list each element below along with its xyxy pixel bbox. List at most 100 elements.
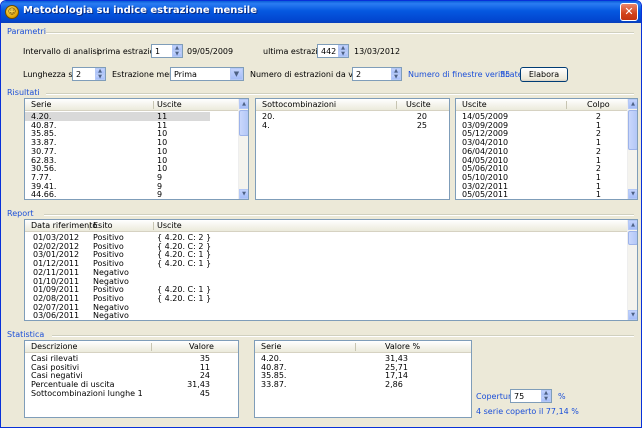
- uscita-row[interactable]: 05/05/2011 1: [456, 190, 637, 199]
- serie-row[interactable]: 33.87. 10: [25, 138, 248, 147]
- scroll-thumb[interactable]: [628, 231, 637, 245]
- prima-estrazione-spinner[interactable]: 1 ▲ ▼: [151, 44, 183, 58]
- vertical-scrollbar[interactable]: ▲ ▼: [238, 99, 248, 199]
- serie-row[interactable]: 62.83. 10: [25, 156, 248, 165]
- uscita-row[interactable]: 03/02/2011 1: [456, 182, 637, 191]
- statistica-row[interactable]: Percentuale di uscita 31,43: [25, 380, 238, 389]
- column-header[interactable]: Valore %: [385, 342, 420, 351]
- section-parametri-title: Parametri: [7, 27, 46, 36]
- app-icon: ☺: [5, 5, 19, 19]
- serie-row[interactable]: 7.77. 9: [25, 173, 248, 182]
- report-row[interactable]: 02/02/2012 Positivo { 4.20. C: 2 }: [25, 242, 637, 251]
- numero-estrazioni-value: 2: [356, 70, 362, 79]
- sottocombinazione-row[interactable]: 4. 25: [256, 121, 449, 130]
- report-row[interactable]: 01/03/2012 Positivo { 4.20. C: 2 }: [25, 233, 637, 242]
- uscita-row[interactable]: 14/05/2009 2: [456, 112, 637, 121]
- uscita-row[interactable]: 06/04/2010 2: [456, 147, 637, 156]
- column-header[interactable]: Sottocombinazioni: [262, 100, 336, 109]
- column-header[interactable]: Uscite: [462, 100, 487, 109]
- serie-list[interactable]: Serie Uscite 4.20. 11 40.87. 11 35.85. 10 33.8…: [24, 98, 249, 200]
- title-bar[interactable]: ☺ Metodologia su indice estrazione mensi…: [1, 1, 641, 23]
- uscite-cell: { 4.20. C: 2 }: [157, 241, 212, 251]
- uscite-list[interactable]: Uscite Colpo 14/05/2009 2 03/09/2009 1 05/12…: [455, 98, 638, 200]
- dropdown-icon[interactable]: ▼: [230, 68, 243, 80]
- sottocombinazioni-list[interactable]: Sottocombinazioni Uscite 20. 20 4. 25: [255, 98, 450, 200]
- uscita-row[interactable]: 03/04/2010 1: [456, 138, 637, 147]
- report-row[interactable]: 01/10/2011 Negativo: [25, 277, 637, 286]
- column-header[interactable]: Uscite: [157, 100, 182, 109]
- sottocombinazione-row[interactable]: 20. 20: [256, 112, 449, 121]
- uscita-row[interactable]: 04/05/2010 1: [456, 156, 637, 165]
- statistica-row[interactable]: Casi positivi 11: [25, 363, 238, 372]
- statistica-serie-list[interactable]: Serie Valore % 4.20. 31,43 40.87. 25,71 35.8…: [254, 340, 472, 418]
- serie-row[interactable]: 4.20. 11: [25, 112, 210, 121]
- report-list[interactable]: Data riferimento Esito Uscite 01/03/2012…: [24, 219, 638, 321]
- serie-row[interactable]: 44.66. 9: [25, 190, 248, 199]
- colpo-cell: 1: [595, 190, 601, 200]
- statistica-serie-row[interactable]: 33.87. 2,86: [255, 380, 471, 389]
- column-header[interactable]: Serie: [31, 100, 51, 109]
- spin-down-icon[interactable]: ▼: [172, 51, 182, 57]
- scroll-up-icon[interactable]: ▲: [628, 220, 637, 230]
- report-row[interactable]: 02/08/2011 Positivo { 4.20. C: 1 }: [25, 294, 637, 303]
- statistica-serie-row[interactable]: 40.87. 25,71: [255, 363, 471, 372]
- scroll-up-icon[interactable]: ▲: [239, 99, 248, 109]
- elabora-button[interactable]: Elabora: [520, 67, 568, 82]
- close-button[interactable]: ✕: [620, 3, 638, 21]
- statistica-descrizione-list[interactable]: Descrizione Valore Casi rilevati 35 Casi p…: [24, 340, 239, 418]
- uscite-cell: 11: [157, 120, 168, 130]
- spin-down-icon[interactable]: ▼: [338, 51, 348, 57]
- scroll-thumb[interactable]: [239, 110, 248, 136]
- serie-row[interactable]: 30.77. 10: [25, 147, 248, 156]
- esito-cell: Positivo: [93, 259, 124, 269]
- report-row[interactable]: 02/11/2011 Negativo: [25, 268, 637, 277]
- valore-cell: 35: [199, 354, 210, 363]
- column-header[interactable]: Esito: [93, 221, 112, 230]
- column-header[interactable]: Uscite: [157, 221, 182, 230]
- data-cell: 06/04/2010: [462, 146, 509, 156]
- uscita-row[interactable]: 05/10/2010 1: [456, 173, 637, 182]
- statistica-row[interactable]: Sottocombinazioni lunghe 1 45: [25, 389, 238, 398]
- section-risultati-title: Risultati: [7, 88, 40, 97]
- serie-row[interactable]: 30.56. 10: [25, 164, 248, 173]
- statistica-row[interactable]: Casi rilevati 35: [25, 354, 238, 363]
- report-row[interactable]: 01/12/2011 Positivo { 4.20. C: 1 }: [25, 259, 637, 268]
- serie-row[interactable]: 35.85. 10: [25, 129, 248, 138]
- statistica-serie-row[interactable]: 4.20. 31,43: [255, 354, 471, 363]
- statistica-serie-row[interactable]: 35.85. 17,14: [255, 371, 471, 380]
- report-row[interactable]: 03/06/2011 Negativo: [25, 311, 637, 320]
- serie-cell: 39.41.: [31, 181, 57, 191]
- report-row[interactable]: 03/01/2012 Positivo { 4.20. C: 1 }: [25, 250, 637, 259]
- scroll-thumb[interactable]: [628, 110, 637, 150]
- esito-cell: Negativo: [93, 267, 129, 277]
- column-header[interactable]: Valore: [189, 342, 214, 351]
- column-header[interactable]: Colpo: [587, 100, 610, 109]
- column-header[interactable]: Uscite: [406, 100, 431, 109]
- scroll-down-icon[interactable]: ▼: [628, 189, 637, 199]
- estrazione-mensile-select[interactable]: Prima ▼: [170, 67, 244, 81]
- vertical-scrollbar[interactable]: ▲ ▼: [627, 99, 637, 199]
- scroll-down-icon[interactable]: ▼: [239, 189, 248, 199]
- spin-down-icon[interactable]: ▼: [391, 74, 401, 80]
- column-header[interactable]: Descrizione: [31, 342, 77, 351]
- data-riferimento-cell: 02/11/2011: [33, 267, 80, 277]
- scroll-up-icon[interactable]: ▲: [628, 99, 637, 109]
- ultima-estrazione-spinner[interactable]: 442 ▲ ▼: [317, 44, 349, 58]
- serie-row[interactable]: 39.41. 9: [25, 182, 248, 191]
- spin-down-icon[interactable]: ▼: [95, 74, 105, 80]
- lunghezza-serie-spinner[interactable]: 2 ▲ ▼: [72, 67, 106, 81]
- uscita-row[interactable]: 05/12/2009 2: [456, 129, 637, 138]
- uscita-row[interactable]: 03/09/2009 1: [456, 121, 637, 130]
- report-row[interactable]: 01/09/2011 Positivo { 4.20. C: 1 }: [25, 285, 637, 294]
- spin-down-icon[interactable]: ▼: [541, 396, 551, 402]
- report-row[interactable]: 02/07/2011 Negativo: [25, 303, 637, 312]
- vertical-scrollbar[interactable]: ▲ ▼: [627, 220, 637, 320]
- uscita-row[interactable]: 05/06/2010 2: [456, 164, 637, 173]
- copertura-spinner[interactable]: 75 ▲ ▼: [510, 389, 552, 403]
- column-header[interactable]: Serie: [261, 342, 281, 351]
- statistica-row[interactable]: Casi negativi 24: [25, 371, 238, 380]
- column-header[interactable]: Data riferimento: [31, 221, 97, 230]
- numero-estrazioni-spinner[interactable]: 2 ▲ ▼: [352, 67, 402, 81]
- scroll-down-icon[interactable]: ▼: [628, 310, 637, 320]
- serie-row[interactable]: 40.87. 11: [25, 121, 248, 130]
